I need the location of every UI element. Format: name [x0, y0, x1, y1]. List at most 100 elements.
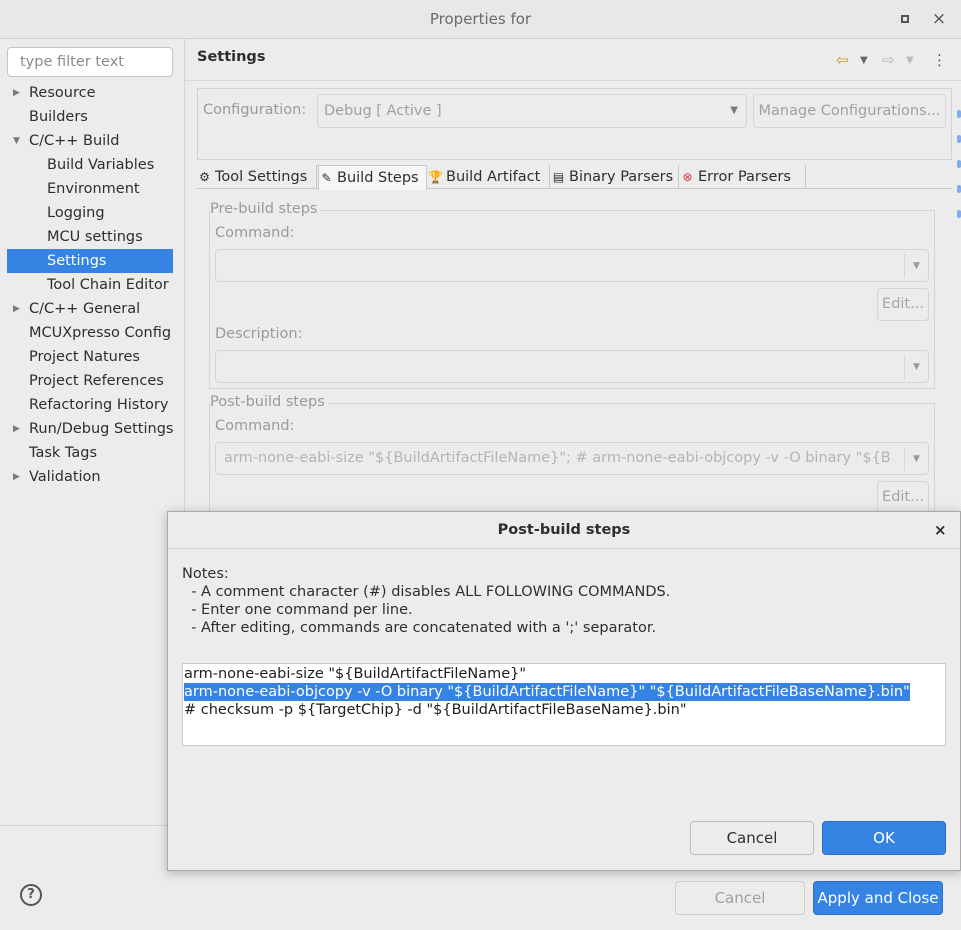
prebuild-command-label: Command:	[215, 225, 295, 241]
collapse-arrow-icon[interactable]: ▶	[13, 297, 23, 321]
tab-label: Error Parsers	[698, 169, 791, 185]
tree-item-label: Build Variables	[47, 157, 155, 173]
prebuild-description-combo[interactable]: ▼	[215, 350, 929, 383]
tab-label: Binary Parsers	[569, 169, 674, 185]
build-artifact-icon: 🏆	[428, 170, 443, 184]
apply-and-close-button[interactable]: Apply and Close	[813, 881, 943, 915]
properties-tree: ▶ Resource Builders ▼ C/C++ Build Build Varia…	[7, 81, 173, 489]
prebuild-group: Pre-build steps Command: ▼ Edit... Descr…	[209, 201, 935, 389]
nav-toolbar: ⇦ ▼ ⇨ ▼ ⋮	[836, 51, 947, 71]
dialog-cancel-button[interactable]: Cancel	[690, 821, 814, 855]
title-bar: Properties for ×	[0, 0, 961, 39]
dialog-ok-button[interactable]: OK	[822, 821, 946, 855]
edge-mark	[957, 135, 961, 143]
tree-item-label: Resource	[29, 85, 96, 101]
chevron-down-icon: ▼	[904, 355, 928, 379]
forward-dropdown-icon[interactable]: ▼	[906, 55, 914, 66]
expand-arrow-icon[interactable]: ▼	[13, 129, 23, 153]
edge-mark	[957, 160, 961, 168]
tree-item-label: Run/Debug Settings	[29, 421, 173, 437]
maximize-button[interactable]	[896, 10, 914, 28]
binary-parsers-icon: ▤	[552, 170, 565, 184]
manage-configurations-button[interactable]: Manage Configurations...	[753, 94, 946, 128]
tree-item[interactable]: Project References	[7, 369, 173, 393]
postbuild-command-combo[interactable]: arm-none-eabi-size "${BuildArtifactFileN…	[215, 442, 929, 475]
edge-mark	[957, 210, 961, 218]
maximize-icon	[901, 15, 909, 23]
tree-item-label: Project References	[29, 373, 164, 389]
tree-item[interactable]: ▼ C/C++ Build	[7, 129, 173, 153]
prebuild-command-combo[interactable]: ▼	[215, 249, 929, 282]
editor-line: arm-none-eabi-size "${BuildArtifactFileN…	[184, 666, 527, 682]
back-dropdown-icon[interactable]: ▼	[860, 55, 868, 66]
tree-item[interactable]: Logging	[7, 201, 173, 225]
tree-item[interactable]: ▶ Validation	[7, 465, 173, 489]
configuration-value: Debug [ Active ]	[324, 103, 442, 119]
edge-mark	[957, 185, 961, 193]
build-steps-icon: ✎	[321, 171, 332, 185]
tree-item-label: Project Natures	[29, 349, 140, 365]
tab-error-parsers[interactable]: ⊗ Error Parsers	[680, 165, 806, 189]
notes-line: Notes:	[182, 566, 229, 582]
tree-item-label: MCU settings	[47, 229, 143, 245]
tree-item[interactable]: ▶ Resource	[7, 81, 173, 105]
forward-arrow-icon[interactable]: ⇨	[882, 51, 895, 69]
help-icon: ?	[27, 887, 35, 902]
tree-item[interactable]: MCUXpresso Config	[7, 321, 173, 345]
help-button[interactable]: ?	[20, 884, 42, 906]
tab-build-artifact[interactable]: 🏆 Build Artifact	[428, 165, 550, 189]
tree-item[interactable]: Environment	[7, 177, 173, 201]
tree-item-label: Tool Chain Editor	[47, 277, 169, 293]
commands-editor[interactable]: arm-none-eabi-size "${BuildArtifactFileN…	[182, 663, 946, 746]
tree-item[interactable]: Task Tags	[7, 441, 173, 465]
collapse-arrow-icon[interactable]: ▶	[13, 417, 23, 441]
prebuild-edit-button[interactable]: Edit...	[877, 288, 929, 321]
collapse-arrow-icon[interactable]: ▶	[13, 81, 23, 105]
configuration-group: Configuration: Debug [ Active ] ▼ Manage…	[197, 88, 952, 160]
tree-item[interactable]: ▶ C/C++ General	[7, 297, 173, 321]
dialog-close-button[interactable]: ×	[934, 521, 947, 539]
tree-item-label: MCUXpresso Config	[29, 325, 172, 341]
left-panel: ▶ Resource Builders ▼ C/C++ Build Build Varia…	[0, 39, 184, 865]
collapse-arrow-icon[interactable]: ▶	[13, 465, 23, 489]
prebuild-description-label: Description:	[215, 326, 303, 342]
tree-item-label: C/C++ Build	[29, 133, 120, 149]
window-title: Properties for	[429, 10, 532, 28]
tree-item[interactable]: Settings	[7, 249, 173, 273]
tree-item[interactable]: Refactoring History	[7, 393, 173, 417]
tree-item[interactable]: Tool Chain Editor	[7, 273, 173, 297]
tab-label: Build Artifact	[446, 169, 541, 185]
tree-item[interactable]: Build Variables	[7, 153, 173, 177]
tree-item-label: Environment	[47, 181, 140, 197]
tree-item[interactable]: ▶ Run/Debug Settings	[7, 417, 173, 441]
filter-input[interactable]	[7, 47, 173, 77]
tab-build-steps[interactable]: ✎ Build Steps	[318, 165, 427, 190]
more-options-icon[interactable]: ⋮	[932, 51, 947, 69]
tree-item[interactable]: Project Natures	[7, 345, 173, 369]
tab-tool-settings[interactable]: ⚙ Tool Settings	[197, 165, 317, 189]
tree-item-label: Validation	[29, 469, 101, 485]
editor-line: arm-none-eabi-objcopy -v -O binary "${Bu…	[184, 683, 910, 701]
chevron-down-icon: ▼	[730, 105, 738, 116]
postbuild-command-label: Command:	[215, 418, 295, 434]
tree-item[interactable]: Builders	[7, 105, 173, 129]
close-button[interactable]: ×	[930, 10, 948, 28]
page-title: Settings	[197, 49, 266, 65]
configuration-select[interactable]: Debug [ Active ] ▼	[317, 94, 747, 128]
chevron-down-icon: ▼	[904, 447, 928, 471]
settings-tabs: ⚙ Tool Settings ✎ Build Steps 🏆 Build Artifac…	[197, 165, 952, 190]
notes-line: - A comment character (#) disables ALL F…	[182, 584, 671, 600]
tree-item-label: Builders	[29, 109, 88, 125]
notes-line: - Enter one command per line.	[182, 602, 413, 618]
tree-item[interactable]: MCU settings	[7, 225, 173, 249]
postbuild-edit-button[interactable]: Edit...	[877, 481, 929, 514]
cancel-button[interactable]: Cancel	[675, 881, 805, 915]
dialog-notes: Notes: - A comment character (#) disable…	[182, 565, 670, 637]
back-arrow-icon[interactable]: ⇦	[836, 51, 849, 69]
tab-label: Build Steps	[337, 170, 419, 186]
chevron-down-icon: ▼	[904, 254, 928, 278]
error-parsers-icon: ⊗	[682, 170, 693, 184]
tab-binary-parsers[interactable]: ▤ Binary Parsers	[551, 165, 679, 189]
close-icon: ×	[934, 521, 947, 539]
notes-line: - After editing, commands are concatenat…	[182, 620, 657, 636]
